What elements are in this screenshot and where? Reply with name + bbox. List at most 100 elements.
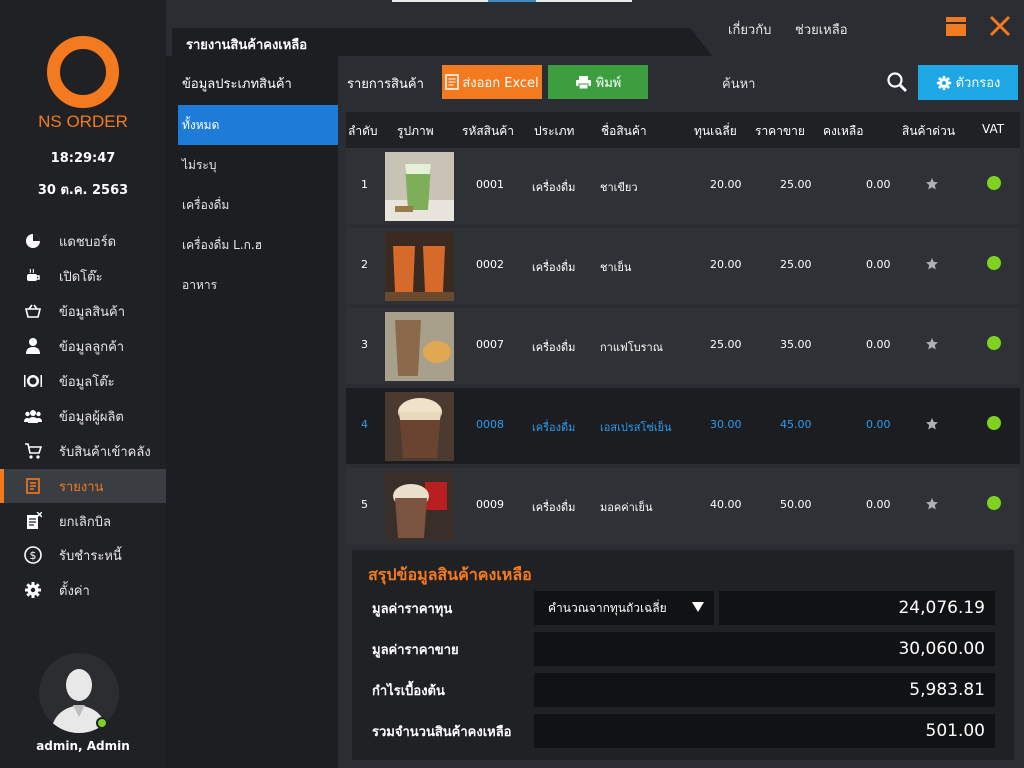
user-name: admin, Admin bbox=[36, 739, 130, 753]
sidebar-item-label: แดชบอร์ด bbox=[59, 234, 117, 250]
sidebar-item-cancel-bill[interactable]: ยกเลิกบิล bbox=[0, 504, 166, 538]
sidebar-item-label: ข้อมูลโต๊ะ bbox=[59, 374, 115, 390]
users-icon bbox=[24, 407, 42, 425]
search-icon[interactable] bbox=[886, 71, 908, 93]
column-header: ชื่อสินค้า bbox=[601, 124, 647, 138]
total-qty-label: รวมจำนวนสินค้าคงเหลือ bbox=[372, 725, 512, 740]
product-type: เครื่องดื่ม bbox=[532, 341, 576, 354]
sidebar-item-label: ยกเลิกบิล bbox=[59, 514, 111, 530]
column-header: ทุนเฉลี่ย bbox=[694, 124, 737, 138]
user-icon bbox=[24, 337, 42, 355]
cost-method-select[interactable]: คำนวณจากทุนถัวเฉลี่ย bbox=[534, 591, 714, 625]
cost-value-label: มูลค่าราคาทุน bbox=[372, 602, 453, 617]
column-header: สินค้าด่วน bbox=[902, 124, 956, 138]
category-item-unspecified[interactable]: ไม่ระบุ bbox=[178, 145, 338, 185]
help-link[interactable]: ช่วยเหลือ bbox=[795, 19, 848, 40]
vat-indicator bbox=[987, 496, 1001, 510]
total-qty-value: 501.00 bbox=[534, 714, 995, 748]
stock-qty: 0.00 bbox=[866, 258, 891, 271]
search-input[interactable] bbox=[722, 70, 902, 96]
table-header: ลำดับ รูปภาพ รหัสสินค้า ประเภท ชื่อสินค้… bbox=[346, 112, 1020, 148]
document-icon bbox=[445, 74, 460, 90]
row-number: 5 bbox=[361, 498, 368, 511]
column-header: ประเภท bbox=[534, 124, 575, 138]
sidebar-item-open-table[interactable]: เปิดโต๊ะ bbox=[0, 259, 166, 293]
sidebar: NS ORDER 18:29:47 30 ต.ค. 2563 แดชบอร์ด … bbox=[0, 0, 166, 768]
dollar-icon: $ bbox=[24, 546, 42, 564]
profit-value: 5,983.81 bbox=[534, 673, 995, 707]
table-row[interactable]: 5 0009 เครื่องดื่ม มอคค่าเย็น 40.00 50.0… bbox=[346, 468, 1020, 544]
app-logo bbox=[47, 36, 119, 108]
sidebar-item-dashboard[interactable]: แดชบอร์ด bbox=[0, 224, 166, 258]
product-type: เครื่องดื่ม bbox=[532, 261, 576, 274]
category-item-all[interactable]: ทั้งหมด bbox=[178, 105, 338, 145]
row-number: 4 bbox=[361, 418, 368, 431]
sidebar-item-label: เปิดโต๊ะ bbox=[59, 269, 103, 285]
table-row[interactable]: 2 0002 เครื่องดื่ม ชาเย็น 20.00 25.00 0.… bbox=[346, 228, 1020, 304]
sidebar-item-label: รับสินค้าเข้าคลัง bbox=[59, 444, 151, 460]
about-link[interactable]: เกี่ยวกับ bbox=[728, 19, 771, 40]
star-icon[interactable] bbox=[925, 177, 939, 191]
product-type: เครื่องดื่ม bbox=[532, 421, 576, 434]
online-status-dot bbox=[96, 717, 108, 729]
profit-label: กำไรเบื้องต้น bbox=[372, 684, 445, 699]
sidebar-item-products[interactable]: ข้อมูลสินค้า bbox=[0, 294, 166, 328]
star-icon[interactable] bbox=[925, 417, 939, 431]
column-header: ราคาขาย bbox=[755, 124, 805, 138]
category-item-food[interactable]: อาหาร bbox=[178, 265, 338, 305]
star-icon[interactable] bbox=[925, 497, 939, 511]
stock-qty: 0.00 bbox=[866, 178, 891, 191]
print-button[interactable]: พิมพ์ bbox=[548, 65, 648, 99]
category-item-drinks-l[interactable]: เครื่องดื่ม L.ก.ฮ bbox=[178, 225, 338, 265]
sale-price: 50.00 bbox=[780, 498, 812, 511]
minimize-button[interactable] bbox=[944, 14, 968, 38]
sale-value-label: มูลค่าราคาขาย bbox=[372, 643, 459, 658]
product-image bbox=[385, 232, 454, 301]
sidebar-item-label: ข้อมูลผู้ผลิต bbox=[59, 409, 124, 425]
sidebar-item-label: ตั้งค่า bbox=[59, 583, 90, 599]
print-label: พิมพ์ bbox=[595, 75, 622, 91]
product-image bbox=[385, 392, 454, 461]
category-item-drinks[interactable]: เครื่องดื่ม bbox=[178, 185, 338, 225]
row-number: 1 bbox=[361, 178, 368, 191]
sidebar-item-debt-payment[interactable]: $ รับชำระหนี้ bbox=[0, 538, 166, 572]
product-name: เอสเปรสโซ่เย็น bbox=[600, 421, 672, 434]
sidebar-item-label: รายงาน bbox=[59, 479, 104, 495]
close-button[interactable] bbox=[988, 14, 1012, 38]
gear-icon bbox=[24, 581, 42, 599]
sidebar-item-reports[interactable]: รายงาน bbox=[0, 469, 166, 503]
product-type: เครื่องดื่ม bbox=[532, 501, 576, 514]
sidebar-item-customers[interactable]: ข้อมูลลูกค้า bbox=[0, 329, 166, 363]
product-list-label: รายการสินค้า bbox=[347, 77, 424, 92]
cost-value: 24,076.19 bbox=[719, 591, 995, 625]
cost-method-value: คำนวณจากทุนถัวเฉลี่ย bbox=[548, 600, 667, 615]
star-icon[interactable] bbox=[925, 337, 939, 351]
sidebar-item-label: ข้อมูลลูกค้า bbox=[59, 339, 125, 355]
cancel-bill-icon bbox=[24, 512, 42, 530]
stock-qty: 0.00 bbox=[866, 498, 891, 511]
svg-text:$: $ bbox=[30, 549, 37, 562]
table-row[interactable]: 4 0008 เครื่องดื่ม เอสเปรสโซ่เย็น 30.00 … bbox=[346, 388, 1020, 464]
clock-time: 18:29:47 bbox=[50, 151, 116, 166]
window-icon bbox=[946, 17, 966, 36]
sidebar-item-suppliers[interactable]: ข้อมูลผู้ผลิต bbox=[0, 399, 166, 433]
product-name: กาแฟโบราณ bbox=[600, 341, 663, 354]
sidebar-item-stock-in[interactable]: รับสินค้าเข้าคลัง bbox=[0, 434, 166, 468]
row-number: 3 bbox=[361, 338, 368, 351]
export-excel-label: ส่งออก Excel bbox=[462, 75, 539, 91]
product-name: ชาเขียว bbox=[600, 181, 638, 194]
avg-cost: 20.00 bbox=[710, 178, 742, 191]
sidebar-item-tables[interactable]: ข้อมูลโต๊ะ bbox=[0, 364, 166, 398]
avg-cost: 20.00 bbox=[710, 258, 742, 271]
export-excel-button[interactable]: ส่งออก Excel bbox=[442, 65, 542, 99]
filter-button[interactable]: ตัวกรอง bbox=[918, 65, 1018, 100]
sale-price: 35.00 bbox=[780, 338, 812, 351]
app-logo-text: NS ORDER bbox=[38, 112, 128, 131]
table-row[interactable]: 1 0001 เครื่องดื่ม ชาเขียว 20.00 25.00 0… bbox=[346, 148, 1020, 224]
product-image bbox=[385, 152, 454, 221]
sale-value: 30,060.00 bbox=[534, 632, 995, 666]
sidebar-item-settings[interactable]: ตั้งค่า bbox=[0, 573, 166, 607]
star-icon[interactable] bbox=[925, 257, 939, 271]
table-row[interactable]: 3 0007 เครื่องดื่ม กาแฟโบราณ 25.00 35.00… bbox=[346, 308, 1020, 384]
column-header: คงเหลือ bbox=[823, 124, 864, 138]
